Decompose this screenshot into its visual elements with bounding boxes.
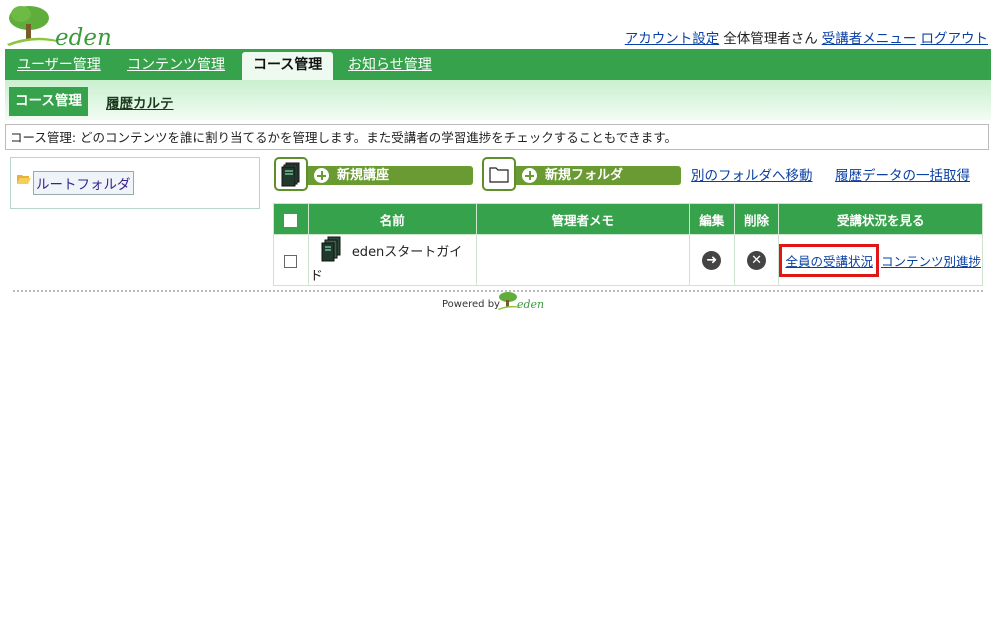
folder-tree: ルートフォルダ (10, 157, 260, 209)
subtab-course-management[interactable]: コース管理 (9, 87, 88, 116)
top-links: アカウント設定 全体管理者さん 受講者メニュー ログアウト (625, 27, 988, 47)
table-row: edenスタートガイド ➜ ✕ 全員の受講状況 コンテンツ別進捗 (273, 234, 983, 286)
header-name: 名前 (307, 203, 477, 235)
powered-by-text: Powered by (442, 299, 500, 310)
new-course-button[interactable]: 新規講座 (274, 157, 474, 193)
bulk-history-link[interactable]: 履歴データの一括取得 (835, 164, 970, 184)
select-all-checkbox[interactable] (284, 213, 298, 227)
tab-user-management[interactable]: ユーザー管理 (17, 49, 101, 80)
main-nav: ユーザー管理 コンテンツ管理 コース管理 お知らせ管理 (5, 49, 991, 80)
row-status-cell: 全員の受講状況 コンテンツ別進捗 (778, 234, 983, 286)
row-delete-cell: ✕ (733, 234, 780, 286)
plus-icon (522, 168, 537, 183)
highlight-box: 全員の受講状況 (779, 243, 879, 277)
row-checkbox-cell (273, 234, 309, 286)
row-edit-cell: ➜ (688, 234, 735, 286)
row-checkbox[interactable] (284, 254, 298, 268)
new-folder-label: 新規フォルダ (545, 168, 624, 183)
course-table: 名前 管理者メモ 編集 削除 受講状況を見る edenスタートガイド ➜ ✕ 全… (273, 203, 983, 286)
delete-x-icon[interactable]: ✕ (747, 250, 767, 270)
learner-menu-link[interactable]: 受講者メニュー (822, 31, 917, 47)
course-book-icon (320, 236, 344, 265)
header-edit: 編集 (688, 203, 735, 235)
footer-logo-text: eden (517, 298, 545, 311)
row-name-cell: edenスタートガイド (307, 234, 477, 286)
logout-link[interactable]: ログアウト (921, 31, 989, 47)
root-folder-link[interactable]: ルートフォルダ (33, 171, 134, 195)
page-description: コース管理: どのコンテンツを誰に割り当てるかを管理します。また受講者の学習進捗… (5, 124, 989, 150)
logo-text: eden (55, 25, 112, 51)
account-settings-link[interactable]: アカウント設定 (625, 31, 720, 47)
new-folder-button[interactable]: 新規フォルダ (482, 157, 682, 193)
sub-nav: コース管理 履歴カルテ (5, 80, 991, 120)
user-name: 全体管理者さん (723, 31, 818, 47)
tab-course-management[interactable]: コース管理 (242, 52, 334, 80)
header-view-status: 受講状況を見る (778, 203, 983, 235)
row-memo-cell (475, 234, 690, 286)
plus-icon (314, 168, 329, 183)
tab-notice-management[interactable]: お知らせ管理 (348, 49, 432, 80)
header-delete: 削除 (733, 203, 780, 235)
content-progress-link[interactable]: コンテンツ別進捗 (881, 254, 981, 269)
subtab-history-karte[interactable]: 履歴カルテ (106, 92, 174, 112)
select-all-header (273, 203, 309, 235)
folder-icon (482, 157, 516, 191)
eden-logo: eden (7, 4, 112, 51)
edit-arrow-icon[interactable]: ➜ (702, 250, 722, 270)
footer-eden-logo: eden (498, 291, 548, 315)
header-memo: 管理者メモ (475, 203, 690, 235)
table-header-row: 名前 管理者メモ 編集 削除 受講状況を見る (273, 203, 983, 235)
tab-content-management[interactable]: コンテンツ管理 (127, 49, 225, 80)
new-course-label: 新規講座 (337, 168, 390, 183)
new-folder-bar: 新規フォルダ (516, 166, 681, 185)
all-status-link[interactable]: 全員の受講状況 (785, 254, 873, 269)
new-course-bar: 新規講座 (308, 166, 473, 185)
open-folder-icon (17, 175, 31, 184)
move-to-folder-link[interactable]: 別のフォルダへ移動 (691, 164, 813, 184)
tree-logo-icon (7, 6, 57, 46)
course-book-icon (274, 157, 308, 191)
